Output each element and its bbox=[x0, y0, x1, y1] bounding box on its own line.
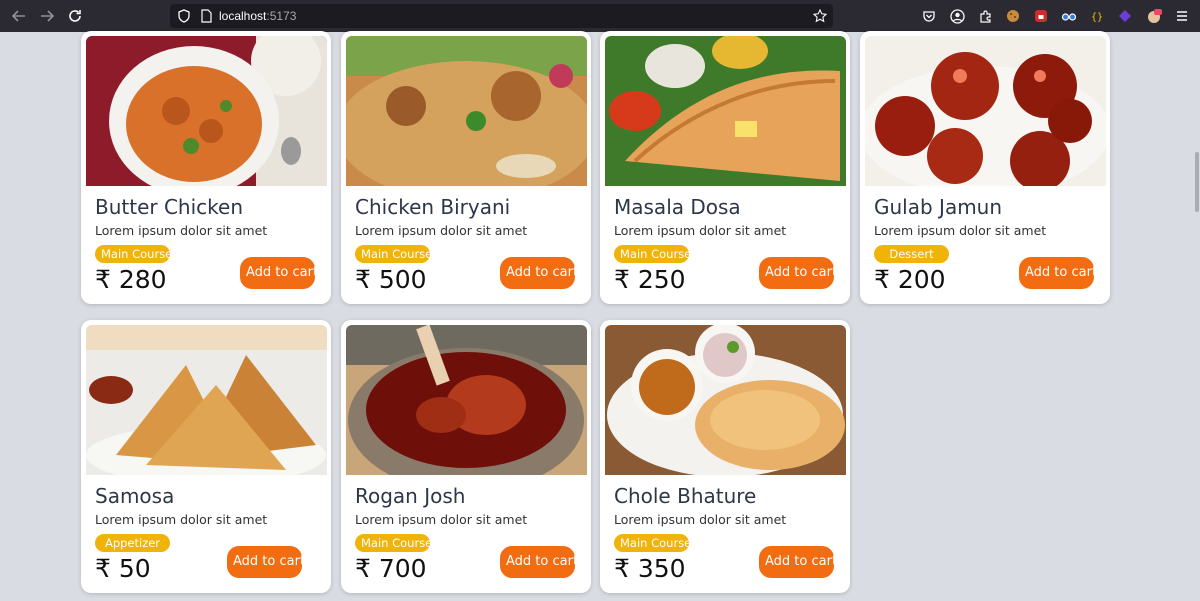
url-port: :5173 bbox=[266, 9, 297, 23]
product-price: ₹ 280 bbox=[95, 265, 167, 294]
product-card: Samosa Lorem ipsum dolor sit amet Appeti… bbox=[81, 320, 331, 593]
category-badge: Dessert bbox=[874, 245, 949, 263]
url-host: localhost bbox=[219, 9, 267, 23]
product-price: ₹ 500 bbox=[355, 265, 427, 294]
category-badge: Main Course bbox=[614, 534, 691, 552]
add-to-cart-button[interactable]: Add to cart bbox=[240, 257, 318, 289]
reload-icon[interactable] bbox=[66, 7, 84, 25]
add-to-cart-button[interactable]: Add to cart bbox=[500, 257, 578, 289]
forward-arrow-icon[interactable] bbox=[38, 7, 56, 25]
profile-extension-icon[interactable] bbox=[1146, 8, 1162, 24]
product-name: Rogan Josh bbox=[355, 484, 466, 508]
category-badge: Appetizer bbox=[95, 534, 170, 552]
add-to-cart-button[interactable]: Add to cart bbox=[759, 546, 837, 578]
product-image-rogan-josh bbox=[346, 325, 587, 475]
product-image-masala-dosa bbox=[605, 36, 846, 186]
product-name: Chole Bhature bbox=[614, 484, 757, 508]
add-to-cart-button[interactable]: Add to cart bbox=[500, 546, 578, 578]
product-name: Gulab Jamun bbox=[874, 195, 1003, 219]
back-arrow-icon[interactable] bbox=[10, 7, 28, 25]
product-image-chole-bhature bbox=[605, 325, 846, 475]
page-icon bbox=[199, 9, 213, 23]
product-image-gulab-jamun bbox=[865, 36, 1106, 186]
account-icon[interactable] bbox=[949, 8, 965, 24]
product-price: ₹ 700 bbox=[355, 554, 427, 583]
pocket-icon[interactable] bbox=[921, 8, 937, 24]
product-name: Samosa bbox=[95, 484, 175, 508]
product-card: Butter Chicken Lorem ipsum dolor sit ame… bbox=[81, 31, 331, 304]
extensions-puzzle-icon[interactable] bbox=[977, 8, 993, 24]
product-price: ₹ 50 bbox=[95, 554, 151, 583]
url-text[interactable]: localhost:5173 bbox=[219, 9, 296, 23]
product-image-samosa bbox=[86, 325, 327, 475]
json-extension-icon[interactable]: {} bbox=[1089, 8, 1105, 24]
product-description: Lorem ipsum dolor sit amet bbox=[874, 223, 1047, 238]
product-name: Chicken Biryani bbox=[355, 195, 511, 219]
url-bar[interactable]: localhost:5173 bbox=[170, 4, 833, 28]
product-name: Butter Chicken bbox=[95, 195, 244, 219]
product-card: Chole Bhature Lorem ipsum dolor sit amet… bbox=[600, 320, 850, 593]
menu-hamburger-icon[interactable] bbox=[1174, 8, 1190, 24]
product-card: Chicken Biryani Lorem ipsum dolor sit am… bbox=[341, 31, 591, 304]
product-card: Gulab Jamun Lorem ipsum dolor sit amet D… bbox=[860, 31, 1110, 304]
glasses-extension-icon[interactable] bbox=[1061, 8, 1077, 24]
svg-text:{}: {} bbox=[1091, 12, 1103, 23]
product-card: Rogan Josh Lorem ipsum dolor sit amet Ma… bbox=[341, 320, 591, 593]
bookmark-star-icon[interactable] bbox=[812, 8, 828, 23]
product-price: ₹ 200 bbox=[874, 265, 946, 294]
browser-toolbar: localhost:5173 {} bbox=[0, 0, 1200, 32]
category-badge: Main Course bbox=[614, 245, 691, 263]
purple-extension-icon[interactable] bbox=[1117, 8, 1133, 24]
page-scrollbar[interactable] bbox=[1192, 32, 1200, 601]
category-badge: Main Course bbox=[95, 245, 172, 263]
product-description: Lorem ipsum dolor sit amet bbox=[614, 512, 787, 527]
product-card: Masala Dosa Lorem ipsum dolor sit amet M… bbox=[600, 31, 850, 304]
product-description: Lorem ipsum dolor sit amet bbox=[614, 223, 787, 238]
red-shield-extension-icon[interactable] bbox=[1033, 8, 1049, 24]
category-badge: Main Course bbox=[355, 245, 432, 263]
product-price: ₹ 350 bbox=[614, 554, 686, 583]
add-to-cart-button[interactable]: Add to cart bbox=[759, 257, 837, 289]
product-description: Lorem ipsum dolor sit amet bbox=[95, 223, 268, 238]
product-image-chicken-biryani bbox=[346, 36, 587, 186]
category-badge: Main Course bbox=[355, 534, 432, 552]
cookie-extension-icon[interactable] bbox=[1005, 8, 1021, 24]
scrollbar-thumb[interactable] bbox=[1195, 152, 1199, 212]
product-description: Lorem ipsum dolor sit amet bbox=[95, 512, 268, 527]
add-to-cart-button[interactable]: Add to cart bbox=[1019, 257, 1097, 289]
product-price: ₹ 250 bbox=[614, 265, 686, 294]
shield-icon[interactable] bbox=[177, 9, 191, 23]
product-description: Lorem ipsum dolor sit amet bbox=[355, 223, 528, 238]
product-name: Masala Dosa bbox=[614, 195, 741, 219]
product-description: Lorem ipsum dolor sit amet bbox=[355, 512, 528, 527]
product-image-butter-chicken bbox=[86, 36, 327, 186]
add-to-cart-button[interactable]: Add to cart bbox=[227, 546, 305, 578]
